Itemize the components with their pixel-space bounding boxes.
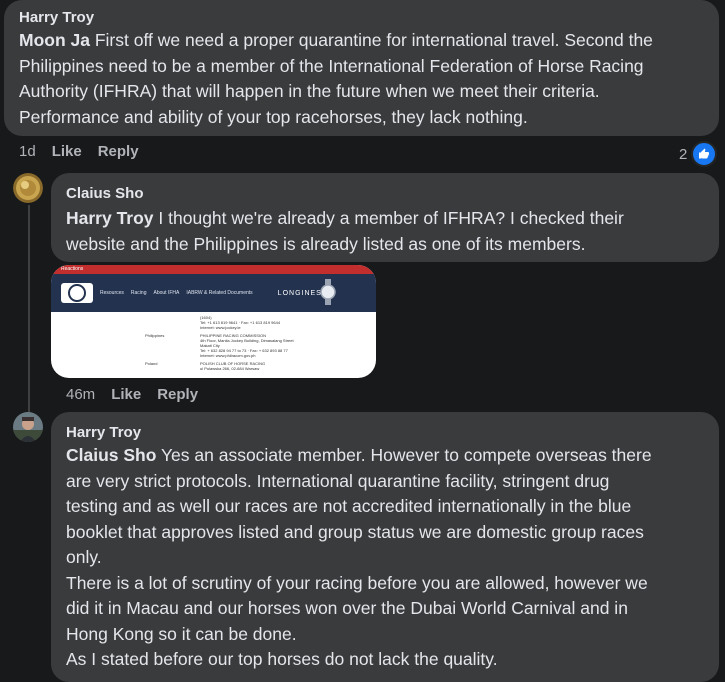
nav-item: IABRW & Related Documents: [186, 290, 253, 296]
comment-author[interactable]: Claius Sho: [66, 184, 704, 204]
comment-text: Moon Ja First off we need a proper quara…: [19, 30, 653, 127]
mention-link[interactable]: Claius Sho: [66, 445, 156, 465]
comment-timestamp[interactable]: 46m: [66, 386, 95, 403]
comment-author[interactable]: Harry Troy: [66, 423, 704, 443]
reply-button[interactable]: Reply: [157, 386, 198, 403]
avatar[interactable]: [13, 412, 43, 442]
nav-item: Resources: [100, 290, 124, 296]
like-button[interactable]: Like: [52, 143, 82, 160]
comment-text: Claius Sho Yes an associate member. Howe…: [66, 445, 652, 669]
comment-actions: 1d Like Reply: [19, 143, 139, 160]
comment-text: Harry Troy I thought we're already a mem…: [66, 208, 624, 254]
comment-bubble: Harry Troy Moon Ja First off we need a p…: [4, 0, 719, 136]
comment-bubble: Harry Troy Claius Sho Yes an associate m…: [51, 412, 719, 682]
comment-timestamp[interactable]: 1d: [19, 143, 36, 160]
comment-author[interactable]: Harry Troy: [19, 8, 707, 28]
comment-bubble: Claius Sho Harry Troy I thought we're al…: [51, 173, 719, 262]
browser-bar: Reactions: [51, 265, 376, 274]
avatar[interactable]: [13, 173, 43, 203]
mention-link[interactable]: Harry Troy: [66, 208, 154, 228]
brand-logo: LONGINES: [277, 289, 322, 297]
attached-image[interactable]: Reactions Resources Racing About IFHA IA…: [51, 265, 376, 378]
like-button[interactable]: Like: [111, 386, 141, 403]
directory-list: (1604) Tel: +1 613 819 9641 · Fax: +1 61…: [145, 315, 294, 371]
thread-line: [28, 205, 30, 415]
watch-image: [320, 279, 336, 305]
comment-actions: 46m Like Reply: [66, 386, 198, 403]
site-header: Resources Racing About IFHA IABRW & Rela…: [51, 274, 376, 312]
nav-item: About IFHA: [153, 290, 180, 296]
mention-link[interactable]: Moon Ja: [19, 30, 90, 50]
reply-button[interactable]: Reply: [98, 143, 139, 160]
nav-item: Racing: [130, 290, 147, 296]
like-icon: [691, 141, 718, 167]
ifha-logo: [61, 283, 93, 303]
reaction-count[interactable]: 2: [679, 141, 718, 167]
